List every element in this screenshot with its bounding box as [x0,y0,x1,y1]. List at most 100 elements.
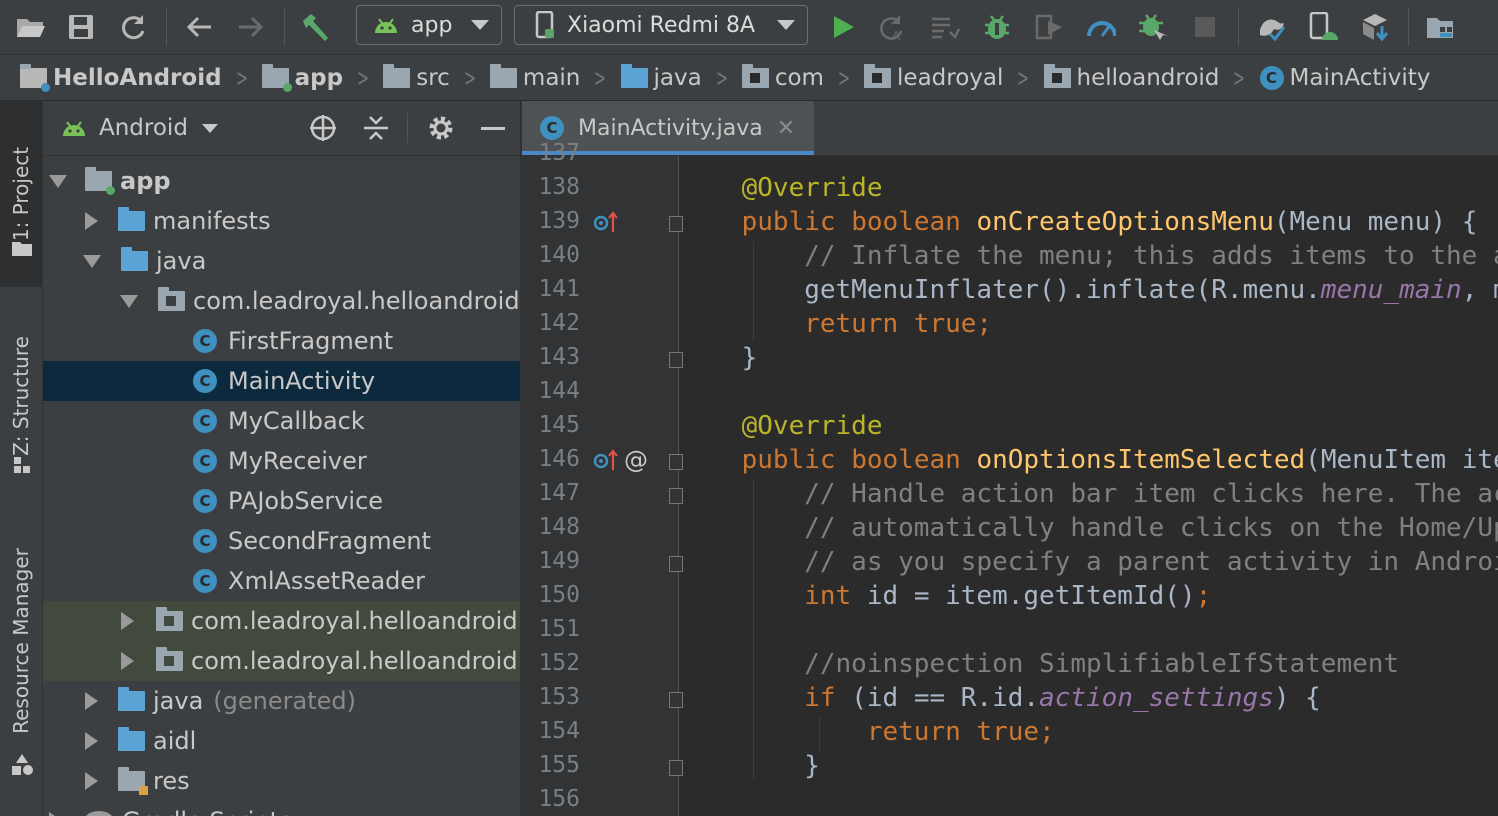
breadcrumb-item-helloandroid[interactable]: helloandroid [1043,63,1220,91]
editor-tab-bar: C MainActivity.java ✕ [522,101,1498,156]
tree-item-manifests[interactable]: manifests [43,201,520,241]
tree-item-label: MainActivity [228,367,376,395]
debug-attach-process-icon[interactable] [1138,12,1168,42]
tool-window-sidebar: 1: Project Z: Structure Resource Manager [0,101,43,816]
profile-gauge-icon[interactable] [1086,12,1116,42]
tree-item-class[interactable]: C XmlAssetReader [43,561,520,601]
package-icon [156,607,183,631]
resource-folder-icon [118,767,148,795]
expand-arrow-icon[interactable] [85,772,98,790]
breadcrumb-item-module[interactable]: app [261,63,344,92]
tree-item-class-selected[interactable]: C MainActivity [43,361,520,401]
override-method-icon[interactable] [593,448,619,472]
apply-code-changes-icon[interactable] [930,12,960,42]
tree-item-app[interactable]: app [43,161,520,201]
override-method-icon[interactable] [593,210,619,234]
stop-icon[interactable] [1190,12,1220,42]
line-number: 139 [538,208,580,234]
debug-bug-icon[interactable] [982,12,1012,42]
expand-arrow-icon[interactable] [85,692,98,710]
save-icon[interactable] [66,12,96,42]
tree-item-res[interactable]: res [43,761,520,801]
expand-arrow-icon[interactable] [49,174,67,188]
tree-item-label: app [120,167,171,195]
avd-manager-icon[interactable] [1308,12,1338,42]
breadcrumb-item-leadroyal[interactable]: leadroyal [864,63,1003,91]
tree-item-class[interactable]: C MyReceiver [43,441,520,481]
tree-item-label: com.leadroyal.helloandroid [191,647,518,675]
breadcrumb-label: src [416,64,450,91]
breadcrumb-label: app [294,64,344,91]
line-number: 146 [538,446,580,472]
expand-arrow-icon[interactable] [83,254,101,268]
breadcrumb-item-src[interactable]: src [383,63,450,91]
tree-item-class[interactable]: C FirstFragment [43,321,520,361]
breadcrumb-item-mainactivity[interactable]: C MainActivity [1259,64,1431,91]
tree-item-class[interactable]: C SecondFragment [43,521,520,561]
collapse-all-icon[interactable] [363,114,389,142]
sync-gradle-icon[interactable] [1256,12,1286,42]
breadcrumb-item-project[interactable]: HelloAndroid [20,63,222,92]
locate-crosshair-icon[interactable] [309,114,337,142]
tree-item-aidl[interactable]: aidl [43,721,520,761]
tree-item-package[interactable]: com.leadroyal.helloandroid [43,641,520,681]
package-icon [864,63,892,88]
toolbar-separator [1238,8,1239,46]
line-number: 145 [538,412,580,438]
view-mode-selector[interactable]: Android [99,115,188,141]
expand-arrow-icon[interactable] [121,652,134,670]
tree-item-package[interactable]: com.leadroyal.helloandroid [43,601,520,641]
expand-arrow-icon[interactable] [85,732,98,750]
close-icon[interactable]: ✕ [777,116,795,141]
forward-arrow-icon[interactable] [236,12,266,42]
open-folder-icon[interactable] [16,12,46,42]
minimize-icon[interactable] [481,127,505,130]
breadcrumb-item-main[interactable]: main [489,63,580,91]
breadcrumb-item-java[interactable]: java [620,63,702,91]
device-dropdown[interactable]: Xiaomi Redmi 8A [514,5,808,45]
apply-changes-restart-icon[interactable]: A [878,12,908,42]
code-line: return true; [679,717,1055,747]
breadcrumb-label: java [653,64,702,91]
sdk-manager-icon[interactable] [1360,12,1390,42]
attach-debugger-icon[interactable] [1034,12,1064,42]
code-line: } [679,751,820,781]
tree-item-package[interactable]: com.leadroyal.helloandroid [43,281,520,321]
sync-icon[interactable] [118,12,148,42]
code-line: getMenuInflater().inflate(R.menu.menu_ma… [679,275,1498,305]
expand-arrow-icon[interactable] [49,812,62,816]
expand-arrow-icon[interactable] [121,612,134,630]
tree-item-gradle-scripts[interactable]: Gradle Scripts [43,801,520,816]
tree-item-label: res [153,767,190,795]
structure-icon [14,457,30,473]
breadcrumb-item-com[interactable]: com [741,63,824,91]
sidebar-tab-project[interactable]: 1: Project [0,101,42,287]
tree-item-java-generated[interactable]: java (generated) [43,681,520,721]
back-arrow-icon[interactable] [184,12,214,42]
sidebar-tab-resource-manager[interactable]: Resource Manager [0,511,42,771]
breadcrumb-label: helloandroid [1076,64,1220,91]
run-icon[interactable] [828,12,858,42]
tree-item-class[interactable]: C PAJobService [43,481,520,521]
project-structure-icon[interactable] [1426,12,1456,42]
run-config-dropdown[interactable]: app [356,5,502,45]
tree-item-class[interactable]: C MyCallback [43,401,520,441]
code-editor[interactable]: @Override public boolean onCreateOptions… [679,156,1498,816]
expand-arrow-icon[interactable] [120,294,138,308]
tree-item-label: SecondFragment [228,527,431,555]
class-icon: C [193,529,217,553]
chevron-down-icon[interactable] [201,123,218,133]
hammer-build-icon[interactable] [300,12,330,42]
sidebar-tab-label: Z: Structure [9,336,33,456]
toolbar-separator [166,8,167,46]
tree-item-java[interactable]: java [43,241,520,281]
class-icon: C [193,489,217,513]
tree-item-label: com.leadroyal.helloandroid [193,287,520,315]
breadcrumb: HelloAndroid > app > src > main > java >… [0,55,1498,101]
breadcrumb-label: MainActivity [1289,64,1431,91]
expand-arrow-icon[interactable] [85,212,98,230]
code-line: // automatically handle clicks on the Ho… [679,513,1498,543]
code-token: // as you specify a parent activity in A… [804,547,1498,577]
gear-icon[interactable] [427,114,455,142]
at-annotation-icon[interactable]: @ [624,446,648,474]
